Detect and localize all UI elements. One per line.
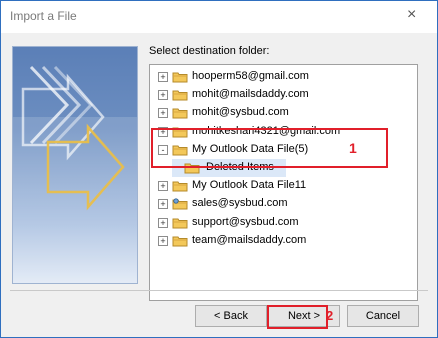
tree-item[interactable]: + sales@sysbud.com — [158, 195, 398, 213]
cancel-button[interactable]: Cancel — [347, 305, 419, 327]
shared-folder-icon — [172, 198, 188, 210]
wizard-arrows-graphic — [13, 65, 137, 283]
expand-icon[interactable]: + — [158, 181, 168, 192]
window-title: Import a File — [10, 9, 77, 23]
tree-item[interactable]: + My Outlook Data File11 — [158, 177, 398, 195]
expand-icon[interactable]: + — [158, 217, 168, 228]
folder-icon — [172, 218, 188, 229]
expand-icon[interactable]: + — [158, 235, 168, 246]
tree-item[interactable]: + support@sysbud.com — [158, 214, 398, 232]
close-button[interactable]: × — [407, 7, 416, 23]
wizard-graphic — [12, 46, 138, 284]
annotation-box-2 — [267, 305, 328, 329]
tree-item[interactable]: + hooperm58@gmail.com — [158, 68, 398, 86]
tree-item[interactable]: + mohit@sysbud.com — [158, 104, 398, 122]
expand-icon[interactable]: + — [158, 72, 168, 82]
folder-icon — [172, 108, 188, 119]
tree-item[interactable]: + team@mailsdaddy.com — [158, 232, 398, 250]
folder-icon — [172, 72, 188, 83]
expand-icon[interactable]: + — [158, 108, 168, 119]
tree-item-label: support@sysbud.com — [192, 215, 299, 228]
tree-item-label: sales@sysbud.com — [192, 197, 288, 210]
folder-icon — [172, 181, 188, 192]
annotation-number-2: 2 — [326, 308, 334, 323]
expand-icon[interactable]: + — [158, 199, 168, 210]
expand-icon[interactable]: + — [158, 90, 168, 101]
tree-item-label: mohit@mailsdaddy.com — [192, 88, 309, 101]
annotation-number-1: 1 — [349, 140, 357, 156]
button-separator — [10, 290, 428, 291]
tree-item-label: hooperm58@gmail.com — [192, 70, 309, 82]
tree-item-label: My Outlook Data File11 — [192, 179, 307, 192]
back-button[interactable]: < Back — [195, 305, 267, 327]
tree-item-label: team@mailsdaddy.com — [192, 233, 307, 246]
tree-item-label: mohit@sysbud.com — [192, 106, 289, 119]
destination-label: Select destination folder: — [149, 45, 270, 57]
title-bar: Import a File × — [1, 1, 437, 33]
folder-tree[interactable]: + hooperm58@gmail.com + mohit@mailsdaddy.co… — [149, 64, 418, 301]
folder-icon — [172, 90, 188, 101]
dialog-body: Select destination folder: + hooperm58@gm… — [1, 33, 437, 337]
folder-icon — [172, 236, 188, 247]
tree-item[interactable]: + mohit@mailsdaddy.com — [158, 86, 398, 104]
import-file-dialog: Import a File × Select destination folde… — [0, 0, 438, 338]
